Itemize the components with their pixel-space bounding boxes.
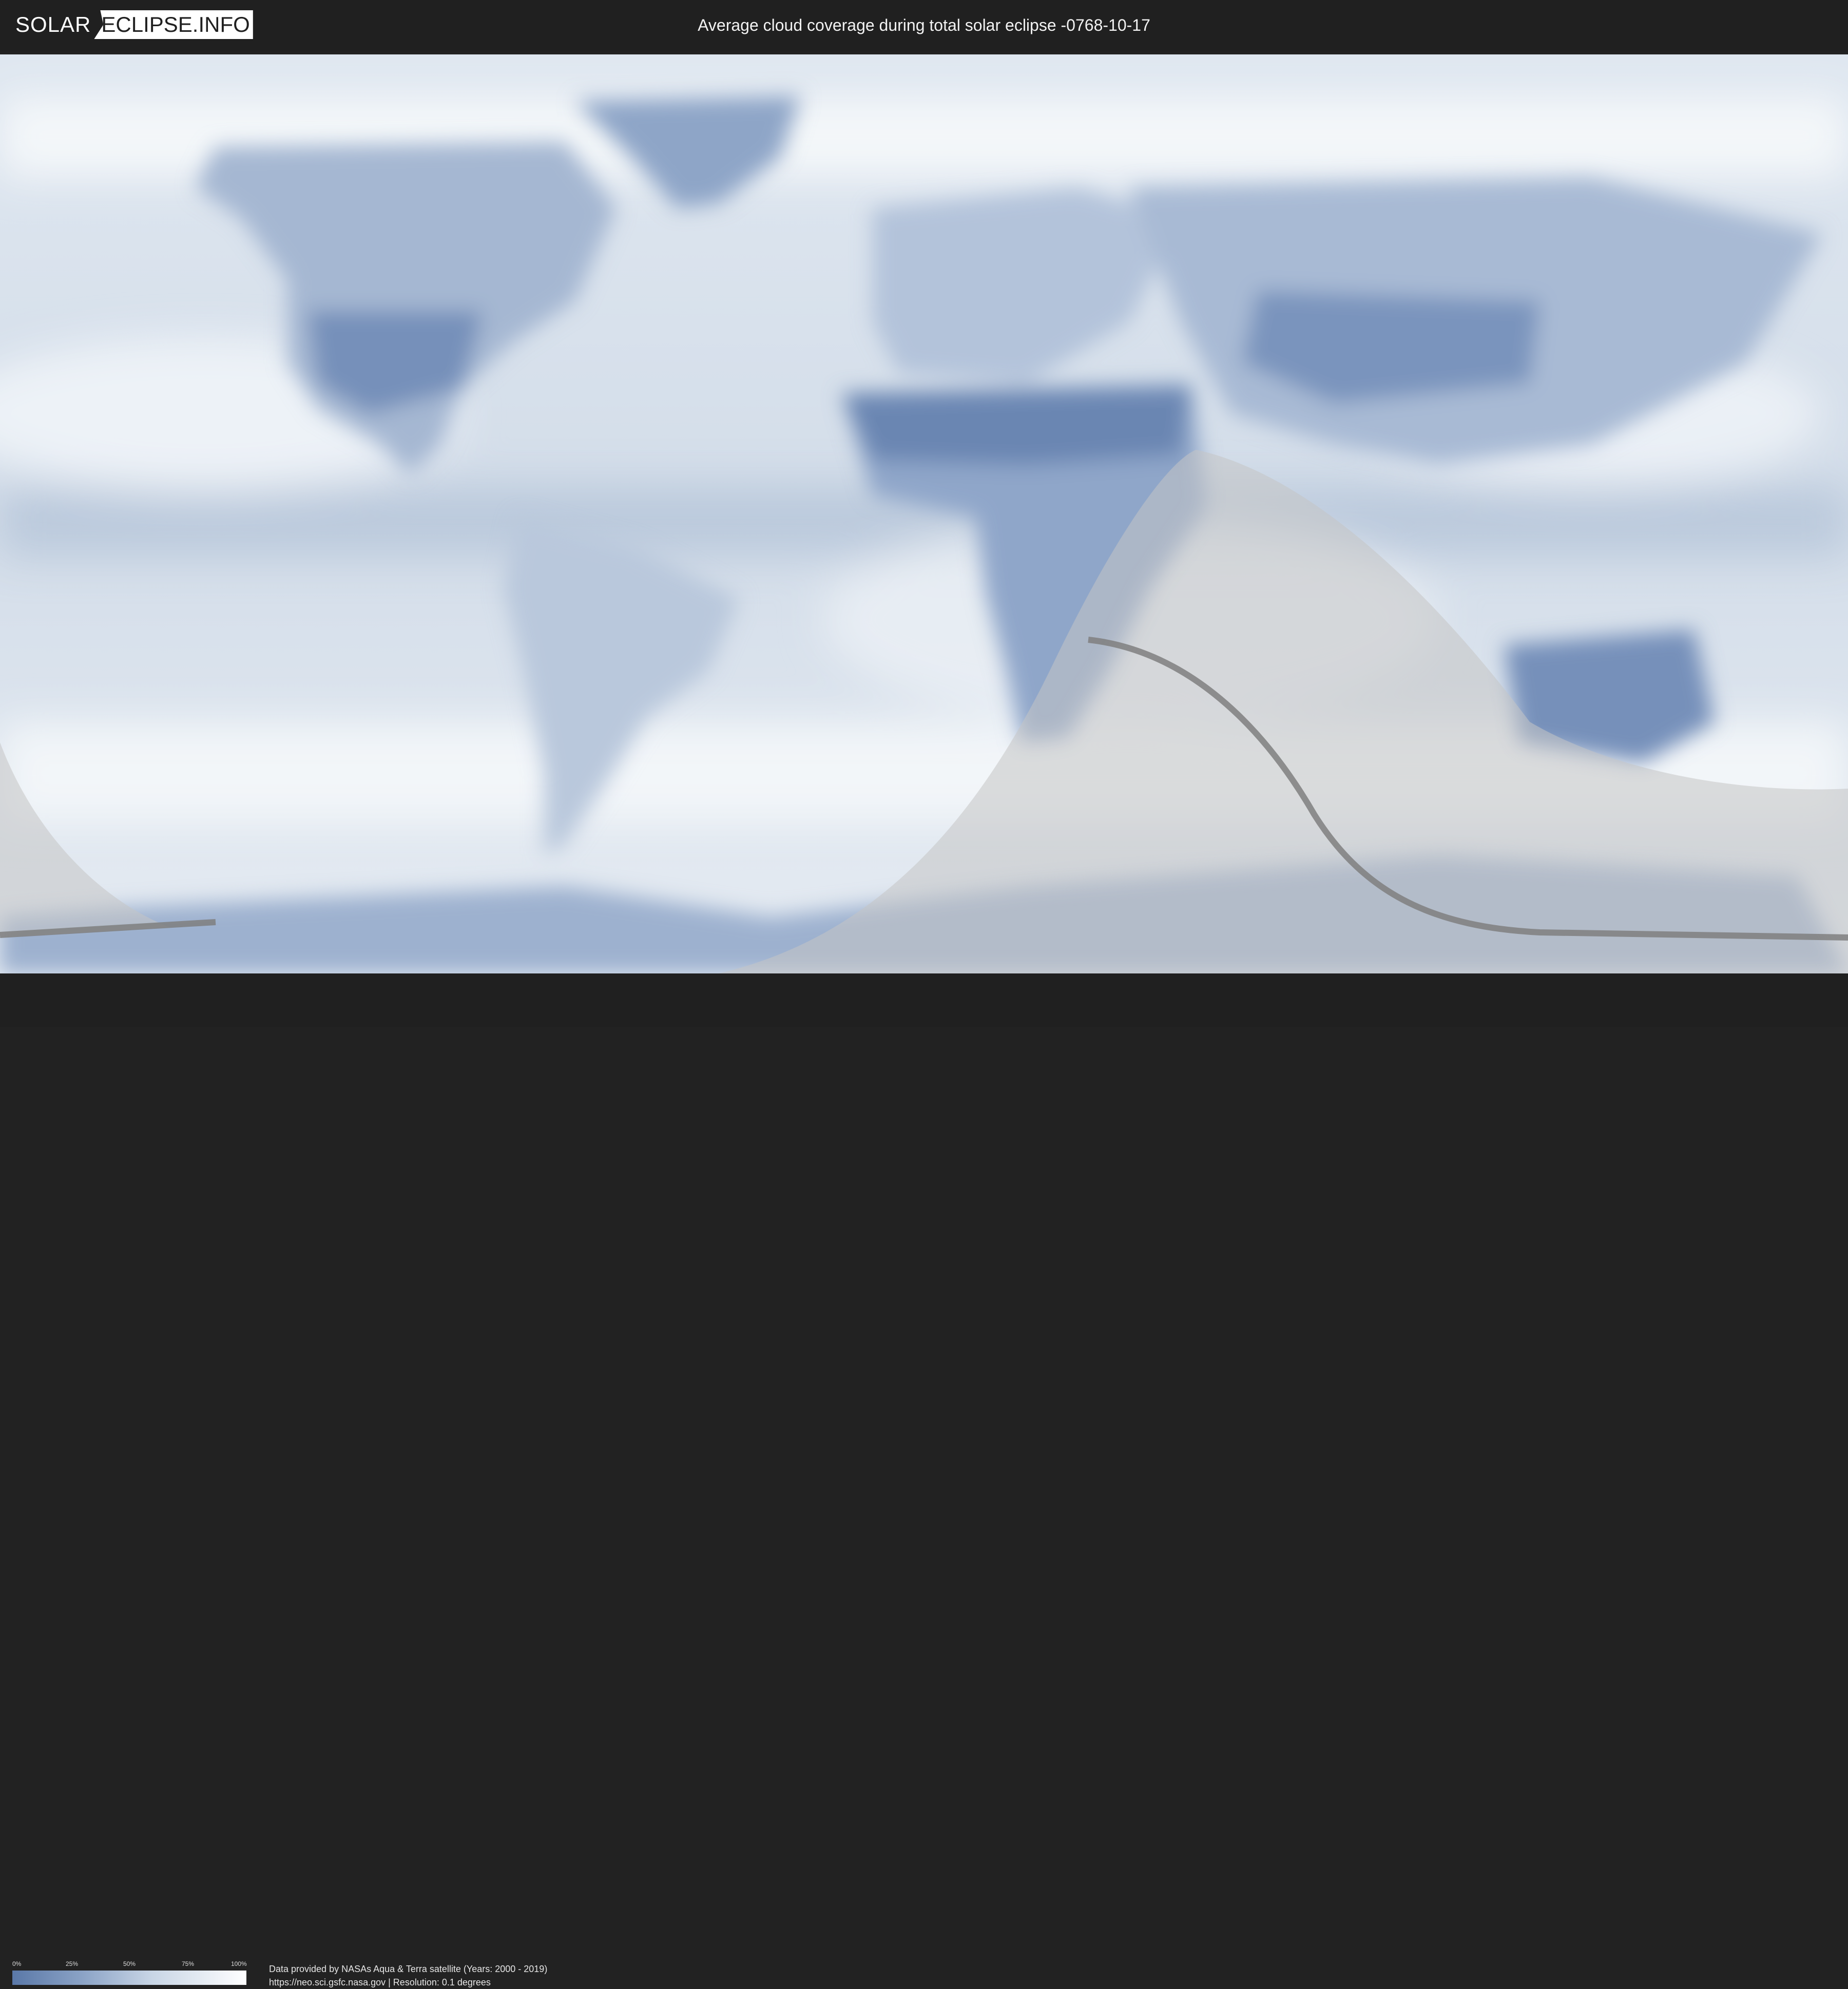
legend-tick-50: 50% xyxy=(123,1960,136,1967)
header-bar: SOLAR ECLIPSE.INFO Average cloud coverag… xyxy=(0,0,1848,51)
cloud-coverage-legend: 0% 25% 50% 75% 100% xyxy=(12,1960,247,1989)
legend-tick-25: 25% xyxy=(66,1960,79,1967)
legend-tick-0: 0% xyxy=(12,1960,22,1967)
page-title: Average cloud coverage during total sola… xyxy=(698,16,1150,34)
legend-ticks: 0% 25% 50% 75% 100% xyxy=(12,1960,247,1967)
footer-bar: 0% 25% 50% 75% 100% Data provided by NAS… xyxy=(0,973,1848,1987)
data-credit: Data provided by NASAs Aqua & Terra sate… xyxy=(269,1962,547,1989)
legend-color-bar xyxy=(12,1971,246,1985)
credit-line-2: https://neo.sci.gsfc.nasa.gov | Resoluti… xyxy=(269,1977,491,1987)
map-canvas xyxy=(0,54,1848,973)
legend-tick-75: 75% xyxy=(182,1960,195,1967)
legend-tick-100: 100% xyxy=(231,1960,247,1967)
credit-line-1: Data provided by NASAs Aqua & Terra sate… xyxy=(269,1964,548,1974)
cloud-coverage-map xyxy=(0,54,1848,973)
